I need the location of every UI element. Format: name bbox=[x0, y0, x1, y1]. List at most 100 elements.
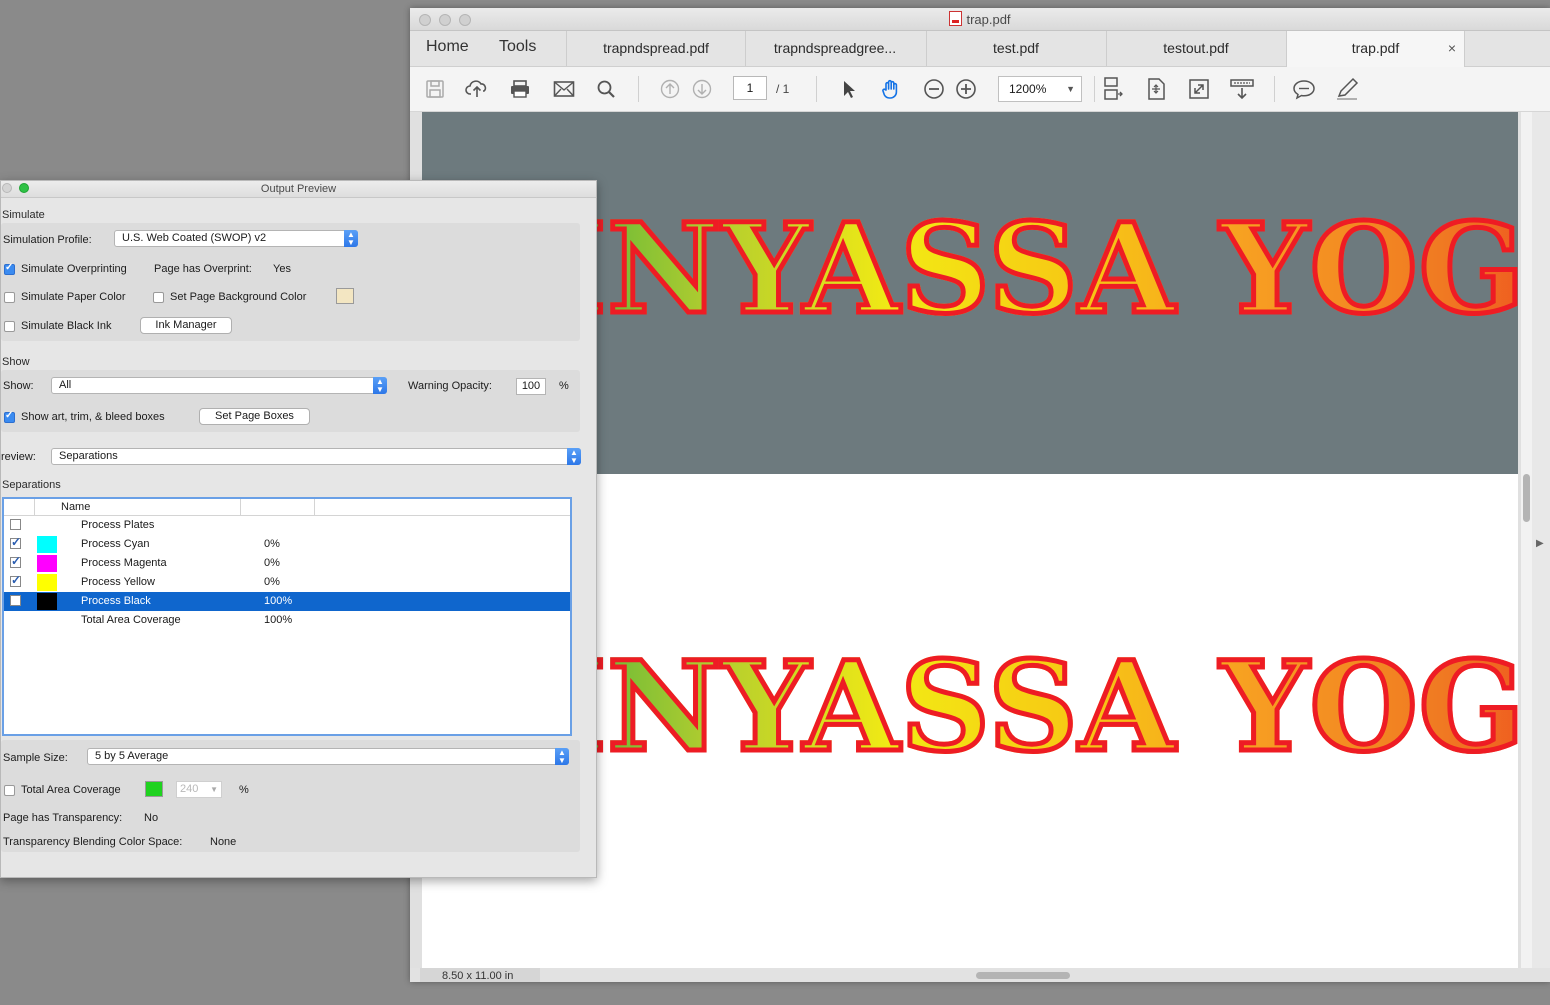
simulate-overprinting-checkbox[interactable] bbox=[4, 262, 15, 275]
simulate-black-ink-checkbox[interactable] bbox=[4, 321, 15, 332]
sign-icon[interactable] bbox=[1334, 76, 1362, 102]
page-up-icon[interactable] bbox=[656, 76, 684, 102]
sample-size-label: Sample Size: bbox=[3, 752, 68, 764]
plate-percent: 0% bbox=[264, 557, 280, 569]
column-divider bbox=[314, 499, 315, 515]
close-panel-button[interactable] bbox=[2, 183, 12, 193]
plate-name: Process Yellow bbox=[81, 576, 155, 588]
page-background-color-checkbox[interactable] bbox=[153, 292, 164, 303]
plate-checkbox[interactable] bbox=[10, 595, 21, 606]
table-row[interactable]: Process Plates bbox=[4, 516, 570, 535]
table-row[interactable]: Process Black 100% bbox=[4, 592, 570, 611]
sample-size-select[interactable]: 5 by 5 Average ▲ ▼ bbox=[87, 748, 569, 765]
save-icon[interactable] bbox=[421, 76, 449, 102]
column-name: Name bbox=[61, 501, 91, 513]
zoom-in-icon[interactable] bbox=[952, 76, 980, 102]
plate-checkbox[interactable] bbox=[10, 554, 21, 568]
print-icon[interactable] bbox=[506, 76, 534, 102]
horizontal-scroll-thumb[interactable] bbox=[976, 972, 1070, 979]
toolbar-divider bbox=[816, 76, 817, 102]
home-link[interactable]: Home bbox=[426, 38, 469, 56]
tab-testout[interactable]: testout.pdf bbox=[1106, 31, 1285, 66]
read-mode-icon[interactable] bbox=[1228, 76, 1256, 102]
vertical-scrollbar[interactable] bbox=[1521, 112, 1532, 968]
plate-swatch bbox=[37, 574, 57, 591]
window-title: trap.pdf bbox=[410, 11, 1550, 27]
show-boxes-checkbox[interactable] bbox=[4, 410, 15, 423]
plate-percent: 0% bbox=[264, 576, 280, 588]
table-row[interactable]: Process Magenta 0% bbox=[4, 554, 570, 573]
show-select[interactable]: All ▲ ▼ bbox=[51, 377, 387, 394]
output-preview-panel: Output Preview Simulate Simulation Profi… bbox=[0, 180, 597, 878]
plate-checkbox[interactable] bbox=[10, 535, 21, 549]
plate-checkbox[interactable] bbox=[10, 573, 21, 587]
set-page-boxes-button[interactable]: Set Page Boxes bbox=[199, 408, 310, 425]
simulation-profile-select[interactable]: U.S. Web Coated (SWOP) v2 ▲ ▼ bbox=[114, 230, 358, 247]
email-icon[interactable] bbox=[550, 76, 578, 102]
warning-opacity-unit: % bbox=[559, 380, 569, 392]
vertical-scroll-thumb[interactable] bbox=[1523, 474, 1530, 522]
show-group: Show: All ▲▼ Warning Opacity: 100 % Show… bbox=[1, 370, 580, 432]
plate-percent: 100% bbox=[264, 614, 293, 626]
chevron-down-icon: ▼ bbox=[210, 785, 218, 794]
total-area-coverage-checkbox[interactable] bbox=[4, 785, 15, 796]
tab-trapndspread[interactable]: trapndspread.pdf bbox=[566, 31, 745, 66]
tab-close-icon[interactable]: × bbox=[1448, 31, 1456, 66]
plate-swatch bbox=[37, 555, 57, 572]
coverage-value-input[interactable]: 240 ▼ bbox=[176, 781, 222, 798]
simulation-profile-label: Simulation Profile: bbox=[3, 234, 92, 246]
total-area-coverage-label: Total Area Coverage bbox=[21, 784, 121, 796]
page-overprint-value: Yes bbox=[273, 263, 291, 275]
plate-swatch bbox=[37, 593, 57, 610]
show-header: Show bbox=[2, 356, 30, 368]
select-cursor-icon[interactable] bbox=[835, 76, 863, 102]
expand-right-pane-icon[interactable]: ▶ bbox=[1536, 538, 1544, 549]
search-icon[interactable] bbox=[592, 76, 620, 102]
warning-opacity-input[interactable]: 100 bbox=[516, 378, 546, 395]
tab-bar: Home Tools trapndspread.pdf trapndspread… bbox=[410, 31, 1550, 67]
simulate-paper-color-checkbox[interactable] bbox=[4, 292, 15, 303]
plate-checkbox[interactable] bbox=[10, 519, 21, 530]
page-down-icon[interactable] bbox=[688, 76, 716, 102]
zoom-panel-button[interactable] bbox=[19, 183, 29, 193]
page-overprint-label: Page has Overprint: bbox=[154, 263, 252, 275]
title-bar: trap.pdf bbox=[410, 8, 1550, 31]
plate-name: Total Area Coverage bbox=[81, 614, 181, 626]
comment-icon[interactable] bbox=[1290, 76, 1318, 102]
tab-trapndspreadgree[interactable]: trapndspreadgree... bbox=[745, 31, 924, 66]
background-color-swatch[interactable] bbox=[336, 288, 354, 304]
page-number-input[interactable]: 1 bbox=[733, 76, 767, 100]
tools-link[interactable]: Tools bbox=[499, 38, 536, 56]
plate-name: Process Black bbox=[81, 595, 151, 607]
zoom-level-select[interactable]: 1200% ▼ bbox=[998, 76, 1082, 102]
preview-label: review: bbox=[1, 451, 36, 463]
select-stepper-icon: ▲ ▼ bbox=[344, 230, 358, 247]
blending-space-label: Transparency Blending Color Space: bbox=[3, 836, 183, 848]
table-row[interactable]: Process Cyan 0% bbox=[4, 535, 570, 554]
plate-name: Process Magenta bbox=[81, 557, 167, 569]
full-screen-icon[interactable] bbox=[1185, 76, 1213, 102]
tab-trap[interactable]: trap.pdf × bbox=[1286, 31, 1465, 67]
fit-page-icon[interactable] bbox=[1142, 76, 1170, 102]
scroll-mode-icon[interactable] bbox=[1098, 76, 1126, 102]
zoom-out-icon[interactable] bbox=[920, 76, 948, 102]
show-label: Show: bbox=[3, 380, 34, 392]
tab-test[interactable]: test.pdf bbox=[926, 31, 1105, 66]
toolbar-divider bbox=[638, 76, 639, 102]
select-stepper-icon: ▲ ▼ bbox=[555, 748, 569, 765]
page-transparency-value: No bbox=[144, 812, 159, 824]
hand-tool-icon[interactable] bbox=[877, 76, 905, 102]
table-row: Total Area Coverage 100% bbox=[4, 611, 570, 630]
right-pane-toggle[interactable]: ▶ bbox=[1532, 112, 1550, 982]
upload-icon[interactable] bbox=[463, 76, 491, 102]
simulate-overprinting-label: Simulate Overprinting bbox=[21, 263, 127, 275]
plate-percent: 0% bbox=[264, 538, 280, 550]
table-row[interactable]: Process Yellow 0% bbox=[4, 573, 570, 592]
plate-name: Process Cyan bbox=[81, 538, 150, 550]
coverage-color-swatch[interactable] bbox=[145, 781, 163, 797]
pdf-file-icon bbox=[949, 11, 963, 26]
page-transparency-label: Page has Transparency: bbox=[3, 812, 123, 824]
ink-manager-button[interactable]: Ink Manager bbox=[140, 317, 232, 334]
preview-select[interactable]: Separations ▲ ▼ bbox=[51, 448, 581, 465]
toolbar-divider bbox=[1274, 76, 1275, 102]
